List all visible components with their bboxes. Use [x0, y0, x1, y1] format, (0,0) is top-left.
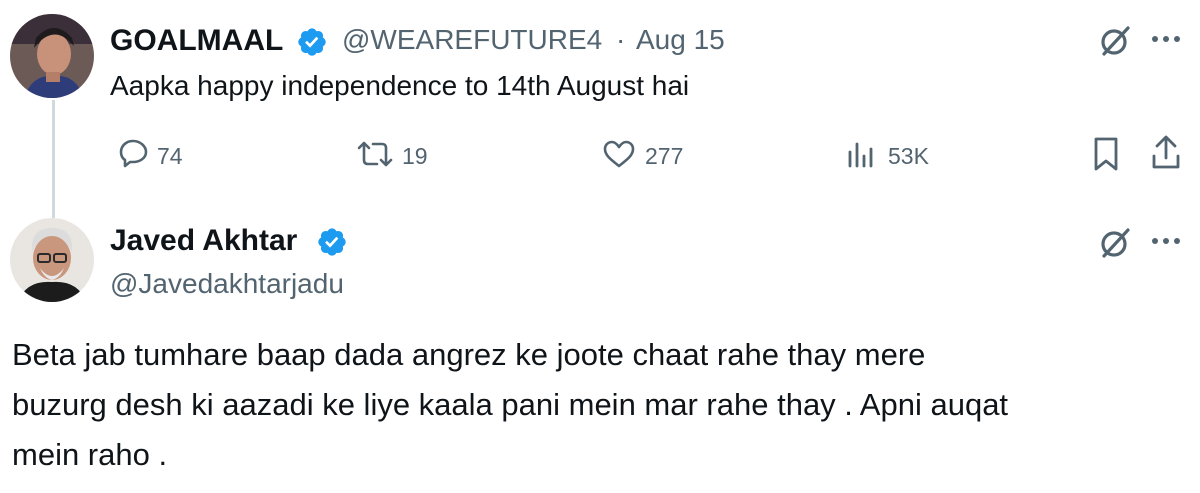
- grok-icon[interactable]: [1098, 24, 1132, 58]
- verified-badge-icon: [298, 28, 326, 56]
- avatar-javed-akhtar[interactable]: [10, 218, 94, 302]
- avatar-goalmaal[interactable]: [10, 14, 94, 98]
- more-icon[interactable]: [1150, 236, 1182, 246]
- retweet-icon[interactable]: [355, 140, 395, 168]
- like-icon[interactable]: [602, 140, 636, 168]
- grok-icon[interactable]: [1098, 226, 1132, 260]
- more-icon[interactable]: [1150, 34, 1182, 44]
- author-name[interactable]: GOALMAAL: [110, 24, 283, 58]
- share-icon[interactable]: [1150, 134, 1182, 170]
- thread-line: [52, 100, 55, 218]
- tweet-text-line: buzurg desh ki aazadi ke liye kaala pani…: [12, 387, 1009, 422]
- meta-separator: ·: [616, 24, 626, 55]
- author-handle[interactable]: @Javedakhtarjadu: [110, 268, 344, 300]
- tweet-text: Beta jab tumhare baap dada angrez ke joo…: [12, 330, 1182, 480]
- tweet-text: Aapka happy independence to 14th August …: [110, 70, 690, 101]
- verified-badge-icon: [318, 228, 346, 256]
- reply-icon[interactable]: [118, 138, 150, 168]
- like-count: 277: [645, 143, 684, 169]
- views-count: 53K: [888, 143, 929, 169]
- author-handle[interactable]: @WEAREFUTURE4: [342, 24, 602, 56]
- views-icon[interactable]: [846, 140, 876, 168]
- tweet-text-line: Beta jab tumhare baap dada angrez ke joo…: [12, 337, 926, 372]
- tweet-text-line: mein raho .: [12, 437, 168, 472]
- bookmark-icon[interactable]: [1092, 136, 1120, 172]
- retweet-count: 19: [402, 143, 428, 169]
- author-name[interactable]: Javed Akhtar: [110, 224, 297, 258]
- reply-count: 74: [157, 143, 183, 169]
- tweet-date[interactable]: Aug 15: [636, 24, 725, 56]
